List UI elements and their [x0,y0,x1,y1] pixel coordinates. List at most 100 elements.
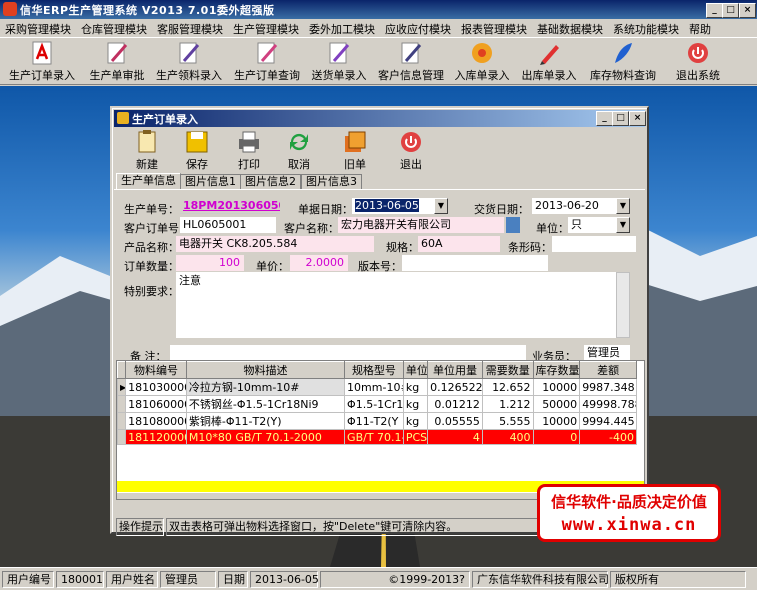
close-button[interactable]: × [739,3,756,18]
barcode-field[interactable] [552,236,636,252]
toolbar-exit-system[interactable]: 退出系统 [672,40,724,84]
col-header[interactable]: 需要数量 [481,361,534,379]
col-header[interactable]: 差额 [579,361,637,379]
maximize-button[interactable]: □ [722,3,739,18]
cell[interactable]: 0.01212 [427,395,483,413]
cell[interactable]: 不锈钢丝-Φ1.5-1Cr18Ni9 [185,395,346,413]
col-header[interactable]: 规格型号 [344,361,404,379]
cell[interactable]: 冷拉方钢-10mm-10# [185,378,346,396]
tab-order-info[interactable]: 生产单信息 [116,173,181,190]
child-maximize-button[interactable]: □ [612,111,629,126]
menu-base-data[interactable]: 基础数据模块 [532,19,608,39]
date-field[interactable]: 2013-06-05 [352,198,434,214]
menu-purchase[interactable]: 采购管理模块 [0,19,76,39]
cell[interactable]: 10000 [532,378,581,396]
customer-name-field[interactable]: 宏力电器开关有限公司 [338,217,504,233]
table-row[interactable]: ▶ 1810300001 冷拉方钢-10mm-10# 10mm-10# kg 0… [116,378,637,396]
toolbar-material-requisition[interactable]: 生产领料录入 [154,40,224,84]
table-row[interactable]: 1810800001 紫铜棒-Φ11-T2(Y) Φ11-T2(Y kg 0.0… [116,412,637,430]
clerk-field[interactable]: 管理员 [584,345,630,361]
spec-field[interactable]: 60A [418,236,500,252]
tab-image-2[interactable]: 图片信息2 [240,174,301,190]
toolbar-customer-management[interactable]: 客户信息管理 [378,40,444,84]
toolbar-production-order-query[interactable]: 生产订单查询 [234,40,300,84]
menu-outsourcing[interactable]: 委外加工模块 [304,19,380,39]
product-field[interactable]: 电器开关 CK8.205.584 [176,236,374,252]
cell[interactable]: Φ11-T2(Y [344,412,404,430]
save-button[interactable]: 保存 [176,128,218,174]
special-requirements-textarea[interactable]: 注意 [176,272,616,338]
cell[interactable]: kg [402,395,429,413]
menu-production[interactable]: 生产管理模块 [228,19,304,39]
unit-field[interactable]: 只 [568,217,616,233]
col-header[interactable]: 物料编号 [125,361,187,379]
cell[interactable]: 1811200001 [125,429,187,445]
exit-button[interactable]: 退出 [390,128,432,174]
old-order-button[interactable]: 旧单 [334,128,376,174]
customer-lookup-button[interactable] [506,217,520,233]
cell[interactable]: GB/T 70.1-2 [344,429,404,445]
cell[interactable]: 紫铜棒-Φ11-T2(Y) [185,412,346,430]
col-header[interactable]: 物料描述 [185,361,346,379]
cell[interactable]: 10mm-10# [344,378,404,396]
cell[interactable]: 0 [532,429,581,445]
cell[interactable]: 49998.788 [579,395,637,413]
minimize-button[interactable]: _ [706,3,723,18]
cell[interactable]: 400 [481,429,534,445]
col-header[interactable]: 单位用量 [427,361,483,379]
cell[interactable]: kg [402,378,429,396]
cell[interactable]: 9994.445 [579,412,637,430]
unit-dropdown-button[interactable]: ▼ [616,217,630,233]
material-grid[interactable]: 物料编号 物料描述 规格型号 单位 单位用量 需要数量 库存数量 差额 ▶ 18… [116,360,645,500]
child-minimize-button[interactable]: _ [596,111,613,126]
row-selector[interactable] [116,412,127,430]
tab-image-3[interactable]: 图片信息3 [301,174,362,190]
toolbar-inbound-entry[interactable]: 入库单录入 [454,40,510,84]
cell[interactable]: 5.555 [481,412,534,430]
cell[interactable]: PCS [402,429,429,445]
cell[interactable]: 0.126522 [427,378,483,396]
menu-customer-service[interactable]: 客服管理模块 [152,19,228,39]
cell[interactable]: 1810800001 [125,412,187,430]
cell[interactable]: kg [402,412,429,430]
remark-field[interactable] [170,345,526,361]
toolbar-delivery-entry[interactable]: 送货单录入 [310,40,368,84]
table-row[interactable]: 1810600001 不锈钢丝-Φ1.5-1Cr18Ni9 Φ1.5-1Cr18… [116,395,637,413]
cell[interactable]: -400 [579,429,637,445]
cell[interactable]: 0.05555 [427,412,483,430]
delivery-dropdown-button[interactable]: ▼ [616,198,630,214]
cancel-button[interactable]: 取消 [278,128,320,174]
cell[interactable]: Φ1.5-1Cr18 [344,395,404,413]
cell[interactable]: 10000 [532,412,581,430]
customer-order-field[interactable]: HL0605001 [180,217,276,233]
cell[interactable]: 4 [427,429,483,445]
col-header[interactable]: 单位 [402,361,429,379]
menu-receivables[interactable]: 应收应付模块 [380,19,456,39]
toolbar-outbound-entry[interactable]: 出库单录入 [520,40,578,84]
cell[interactable]: 12.652 [481,378,534,396]
cell[interactable]: M10*80 GB/T 70.1-2000 [185,429,346,445]
menu-system[interactable]: 系统功能模块 [608,19,684,39]
cell[interactable]: 1.212 [481,395,534,413]
print-button[interactable]: 打印 [228,128,270,174]
price-field[interactable]: 2.0000 [290,255,348,271]
cell[interactable]: 1810300001 [125,378,187,396]
quantity-field[interactable]: 100 [176,255,244,271]
cell[interactable]: 50000 [532,395,581,413]
cell[interactable]: 9987.348 [579,378,637,396]
toolbar-production-approval[interactable]: 生产单审批 [86,40,148,84]
row-selector[interactable] [116,429,127,445]
child-close-button[interactable]: × [629,111,646,126]
delivery-field[interactable]: 2013-06-20 [532,198,616,214]
toolbar-inventory-query[interactable]: 库存物料查询 [588,40,658,84]
version-field[interactable] [402,255,548,271]
date-dropdown-button[interactable]: ▼ [434,198,448,214]
col-header[interactable]: 库存数量 [532,361,581,379]
toolbar-production-order-entry[interactable]: 生产订单录入 [6,40,78,84]
new-button[interactable]: 新建 [126,128,168,174]
table-row-shortage[interactable]: 1811200001 M10*80 GB/T 70.1-2000 GB/T 70… [116,429,637,445]
order-no-field[interactable]: 18PM20130605001 [180,198,280,214]
tab-image-1[interactable]: 图片信息1 [180,174,241,190]
menu-help[interactable]: 帮助 [684,19,716,39]
menu-reports[interactable]: 报表管理模块 [456,19,532,39]
